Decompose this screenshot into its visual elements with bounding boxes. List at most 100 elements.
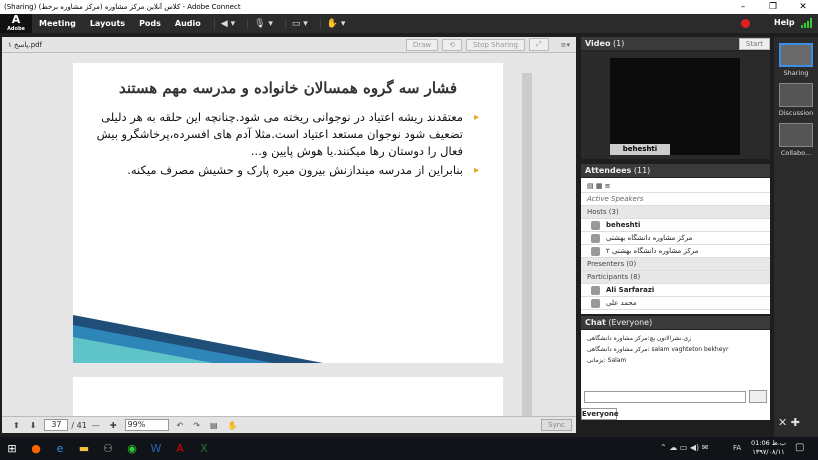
video-count: (1) xyxy=(613,39,625,48)
acrobat-icon[interactable]: A xyxy=(168,437,192,460)
participants-group[interactable]: Participants (8) xyxy=(581,271,770,284)
close-button[interactable]: ✕ xyxy=(788,2,818,12)
video-pod-header: Video (1) Start xyxy=(581,37,770,51)
list-view-icon: ▤ ▦ ≡ xyxy=(587,182,611,190)
video-frame: beheshti xyxy=(610,58,740,155)
windows-taskbar: ⊞ ● e ▬ ⚇ ◉ W A X ⌃ ☁ ▭ ◀) ✉ FA ▢ xyxy=(0,437,818,460)
share-pod: ۱ پاسخ.pdf Draw ⟲ Stop Sharing ⤢ ≡▾ فشار… xyxy=(2,37,576,433)
slide-bullets: معتقدند ریشه اعتیاد در نوجوانی ریخته می … xyxy=(95,109,479,179)
file-explorer-icon[interactable]: ▬ xyxy=(72,437,96,460)
chat-message: بزمانی: Salam xyxy=(587,357,627,364)
user-icon xyxy=(591,285,600,295)
hosts-label: Hosts (3) xyxy=(587,208,619,216)
slide-viewport: فشار سه گروه همسالان خانواده و مدرسه مهم… xyxy=(2,53,576,417)
fullscreen-icon[interactable]: ⤢ xyxy=(529,38,549,51)
word-icon[interactable]: W xyxy=(144,437,168,460)
slide-title: فشار سه گروه همسالان خانواده و مدرسه مهم… xyxy=(118,79,457,97)
pod-menu-icon[interactable]: ≡▾ xyxy=(561,41,570,49)
redo-icon[interactable]: ↷ xyxy=(193,421,200,430)
stop-sharing-button[interactable]: Stop Sharing xyxy=(465,38,525,51)
maximize-button[interactable]: ❐ xyxy=(758,2,788,12)
presenters-group[interactable]: Presenters (0) xyxy=(581,258,770,271)
hosts-group[interactable]: Hosts (3) xyxy=(581,206,770,219)
chat-audience: (Everyone) xyxy=(608,318,653,327)
chat-pod: Chat (Everyone) زی.نشرالاتون یچ:مرکز مشا… xyxy=(581,316,770,420)
layout-collaboration[interactable]: Collabo... xyxy=(774,123,818,157)
adobe-logo: A Adobe xyxy=(0,14,32,33)
send-message-icon[interactable] xyxy=(749,390,767,403)
attendee-row[interactable]: Ali Sarfarazi xyxy=(581,284,770,297)
raise-hand-icon[interactable]: ✋ ▾ xyxy=(319,18,352,29)
help-menu[interactable]: Help xyxy=(774,18,795,27)
attendee-row[interactable]: محمد علی xyxy=(581,297,770,310)
zoom-select[interactable]: 99% xyxy=(124,419,169,431)
menu-audio[interactable]: Audio xyxy=(168,19,208,28)
share-pod-header: ۱ پاسخ.pdf Draw ⟲ Stop Sharing ⤢ ≡▾ xyxy=(2,37,576,53)
attendee-row[interactable]: beheshti xyxy=(581,219,770,232)
first-page-icon[interactable]: ⬆ xyxy=(13,421,20,430)
layout-discussion[interactable]: Discussion xyxy=(774,83,818,117)
zoom-out-icon[interactable]: — xyxy=(92,421,100,430)
layout-thumbnail xyxy=(779,123,813,147)
start-video-button[interactable]: Start xyxy=(738,37,770,50)
webcam-icon[interactable]: ▭ ▾ xyxy=(284,18,314,29)
active-speakers-label: Active Speakers xyxy=(587,195,644,203)
system-tray-icons[interactable]: ⌃ ☁ ▭ ◀) ✉ xyxy=(660,443,708,452)
zoom-in-icon[interactable]: ✚ xyxy=(110,421,117,430)
share-footer: ⬆ ⬇ 37 / 41 — ✚ 99% ↶ ↷ ▤ ✋ Sync xyxy=(2,416,576,433)
menu-pods[interactable]: Pods xyxy=(132,19,168,28)
menu-layouts[interactable]: Layouts xyxy=(83,19,132,28)
chrome-icon[interactable]: ◉ xyxy=(120,437,144,460)
chat-input[interactable] xyxy=(584,391,746,403)
window-titlebar: (Sharing) کلاس آنلاین مرکز مشاوره (مرکز … xyxy=(0,0,818,14)
sync-button[interactable]: Sync xyxy=(541,419,572,431)
participants-label: Participants (8) xyxy=(587,273,641,281)
clock[interactable]: 01:06 ب.ظ ۱۳۹۷/۰۸/۱۱ xyxy=(751,439,786,457)
slide-bullet: معتقدند ریشه اعتیاد در نوجوانی ریخته می … xyxy=(95,109,479,160)
user-icon xyxy=(591,298,600,308)
recording-icon[interactable] xyxy=(741,19,750,28)
people-icon[interactable]: ⚇ xyxy=(96,437,120,460)
layouts-bar: Sharing Discussion Collabo... ✕ ✚ xyxy=(774,37,818,437)
microphone-icon[interactable]: 🎙 ▾ xyxy=(247,18,279,29)
attendee-view-toggle[interactable]: ▤ ▦ ≡ xyxy=(581,180,770,193)
user-icon xyxy=(591,220,600,230)
start-icon[interactable]: ⊞ xyxy=(0,437,24,460)
vertical-scrollbar[interactable] xyxy=(522,73,532,417)
undo-icon[interactable]: ↶ xyxy=(177,421,184,430)
chat-message: مرکز مشاوره دانشگاهی: salam vaghteton be… xyxy=(587,346,729,353)
video-pod-title: Video xyxy=(585,39,611,48)
slide-page: فشار سه گروه همسالان خانواده و مدرسه مهم… xyxy=(73,63,503,363)
page-view-icon[interactable]: ▤ xyxy=(210,421,218,430)
page-number-input[interactable]: 37 xyxy=(44,419,69,431)
next-page-icon[interactable]: ⬇ xyxy=(30,421,37,430)
layout-sharing[interactable]: Sharing xyxy=(774,43,818,77)
attendees-title: Attendees xyxy=(585,166,632,175)
video-pod: Video (1) Start beheshti xyxy=(581,37,770,159)
window-title: (Sharing) کلاس آنلاین مرکز مشاوره (مرکز … xyxy=(4,3,241,11)
video-name-tag: beheshti xyxy=(610,144,670,155)
chat-pod-header: Chat (Everyone) xyxy=(581,316,770,330)
speaker-icon[interactable]: ◀ ▾ xyxy=(213,18,241,29)
layout-tools-icon[interactable]: ✕ ✚ xyxy=(778,416,800,429)
notifications-icon[interactable]: ▢ xyxy=(795,442,804,453)
menu-meeting[interactable]: Meeting xyxy=(32,19,83,28)
attendees-pod: Attendees (11) ▤ ▦ ≡ Active Speakers Hos… xyxy=(581,164,770,314)
sync-view-icon[interactable]: ⟲ xyxy=(442,38,462,51)
excel-icon[interactable]: X xyxy=(192,437,216,460)
total-pages: / 41 xyxy=(71,420,87,430)
chat-tab-everyone[interactable]: Everyone xyxy=(581,408,619,420)
chat-title: Chat xyxy=(585,318,606,327)
draw-button[interactable]: Draw xyxy=(405,38,439,51)
language-indicator[interactable]: FA xyxy=(733,444,741,452)
attendees-count: (11) xyxy=(633,166,651,175)
attendee-row[interactable]: مرکز مشاوره دانشگاه بهشتی xyxy=(581,232,770,245)
slide-bullet: بنابراین از مدرسه میندازنش بیرون میره پا… xyxy=(95,162,479,179)
minimize-button[interactable]: – xyxy=(728,2,758,12)
firefox-icon[interactable]: ● xyxy=(24,437,48,460)
edge-icon[interactable]: e xyxy=(48,437,72,460)
layout-thumbnail xyxy=(779,43,813,67)
hand-tool-icon[interactable]: ✋ xyxy=(228,421,238,430)
attendee-row[interactable]: مرکز مشاوره دانشگاه بهشتی ۲ xyxy=(581,245,770,258)
next-slide-page xyxy=(73,377,503,417)
